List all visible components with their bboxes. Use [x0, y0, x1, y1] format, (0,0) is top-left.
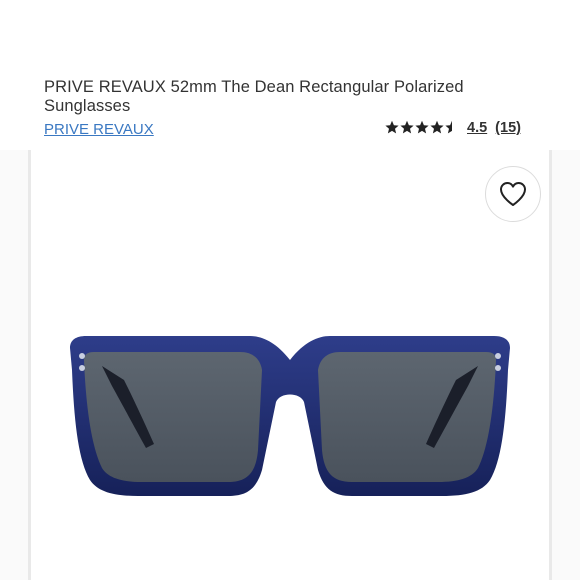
brand-link[interactable]: PRIVE REVAUX — [44, 121, 154, 138]
rating-count[interactable]: (15) — [495, 120, 521, 136]
favorite-button[interactable] — [485, 166, 541, 222]
left-gutter — [0, 150, 28, 580]
sunglasses-illustration — [70, 336, 510, 496]
heart-outline-icon — [500, 182, 526, 206]
rating-stars — [385, 120, 459, 136]
star-icons — [385, 120, 452, 134]
right-gutter — [552, 150, 580, 580]
rating-value[interactable]: 4.5 — [467, 120, 487, 136]
product-title: PRIVE REVAUX 52mm The Dean Rectangular P… — [44, 78, 464, 115]
product-rating[interactable]: 4.5 (15) — [385, 120, 521, 136]
